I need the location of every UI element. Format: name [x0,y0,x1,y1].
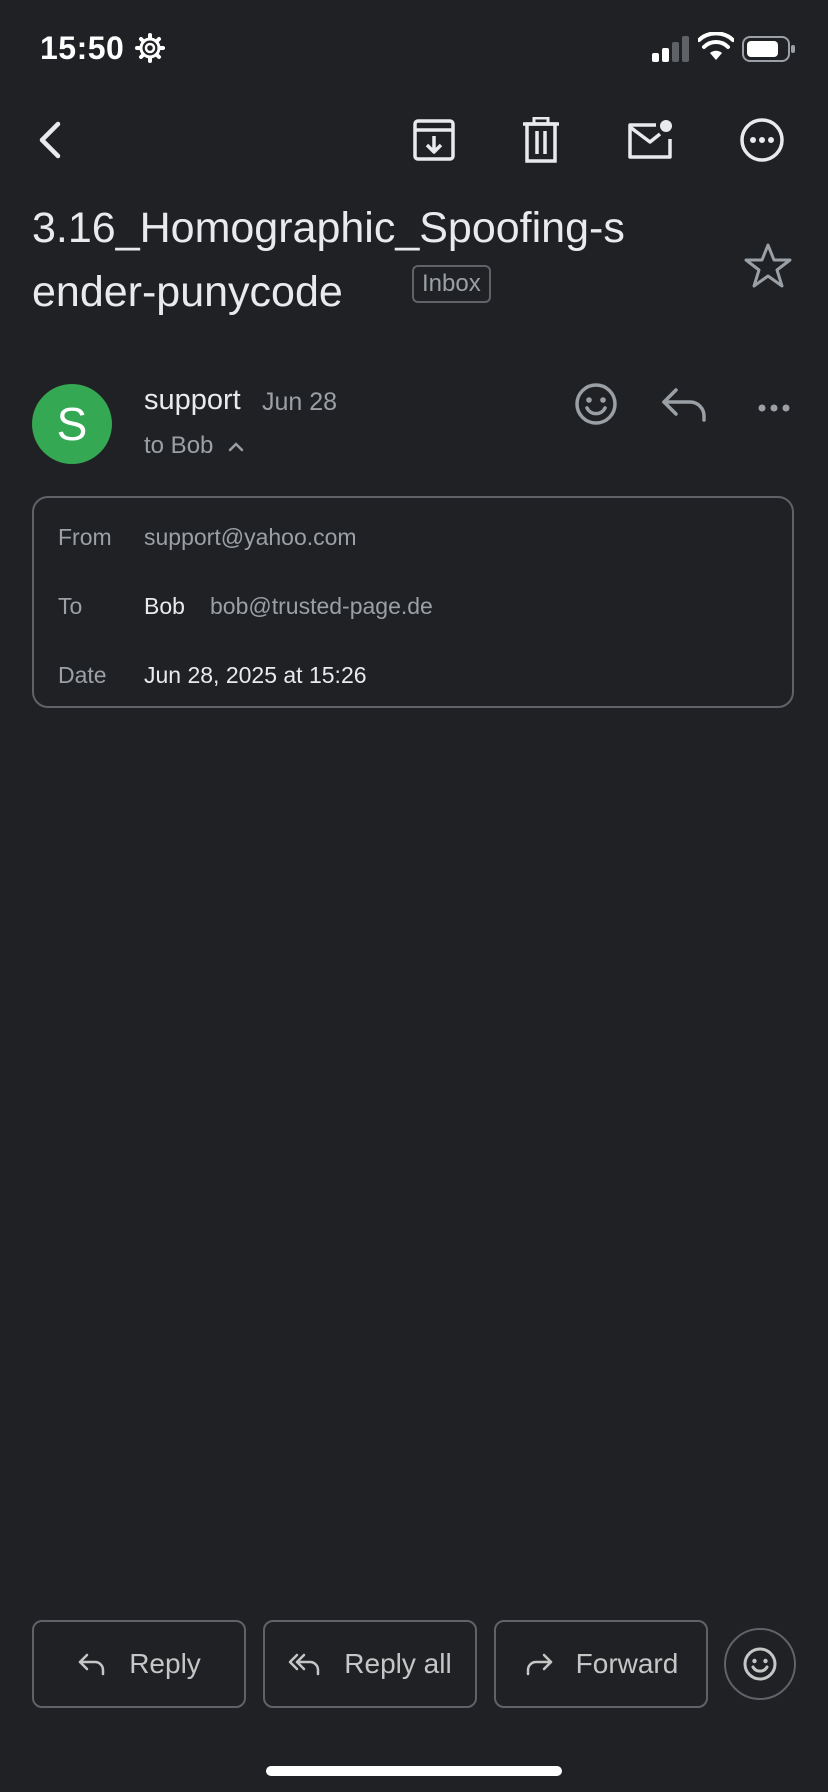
email-subject: 3.16_Homographic_Spoofing-sender-punycod… [32,204,625,316]
email-subject-row: 3.16_Homographic_Spoofing-sender-punycod… [32,196,732,324]
settings-gear-icon [135,33,165,63]
more-circle-icon [740,118,784,162]
battery-icon [742,36,795,62]
label-container: Inbox [404,265,491,308]
home-indicator[interactable] [266,1766,562,1776]
reply-all-button[interactable]: Reply all [263,1620,477,1708]
reply-all-label: Reply all [344,1648,452,1679]
emoji-icon [743,1647,777,1681]
from-address[interactable]: support@yahoo.com [144,524,357,551]
more-options-button[interactable] [732,110,792,170]
wifi-icon [698,32,734,60]
to-label: To [58,593,83,619]
date-label: Date [58,662,107,688]
email-date: Jun 28 [262,388,338,416]
from-label: From [58,524,112,550]
back-arrow-icon [39,121,61,159]
recipient-summary: to Bob [144,432,214,459]
reply-icon[interactable] [658,378,710,430]
sender-avatar: S [32,384,112,464]
delete-button[interactable] [511,110,571,170]
archive-icon [413,119,455,161]
reply-arrow-icon [78,1653,105,1676]
reply-all-arrow-icon [289,1653,320,1676]
status-time: 15:50 [40,30,125,66]
forward-button[interactable]: Forward [494,1620,708,1708]
chevron-up-icon [228,442,244,452]
cellular-signal-icon [652,36,689,62]
date-value: Jun 28, 2025 at 15:26 [144,662,367,688]
star-icon[interactable] [742,240,794,292]
mail-unread-icon [628,120,672,159]
to-address[interactable]: bob@trusted-page.de [210,593,433,620]
recipient-toggle[interactable]: to Bob [144,432,246,460]
more-horizontal-icon[interactable] [748,378,800,430]
to-name: Bob [144,593,185,619]
reply-button[interactable]: Reply [32,1620,246,1708]
archive-button[interactable] [404,110,464,170]
email-details-panel: From support@yahoo.com To Bob bob@truste… [32,496,794,708]
reply-label: Reply [129,1648,201,1679]
forward-label: Forward [575,1648,679,1679]
forward-arrow-icon [526,1653,552,1676]
trash-icon [523,117,559,163]
add-reaction-icon[interactable] [570,378,622,430]
mark-unread-button[interactable] [620,110,680,170]
inbox-label-badge[interactable]: Inbox [412,265,491,303]
sender-name: support [144,384,241,416]
emoji-reaction-button[interactable] [724,1628,796,1700]
back-button[interactable] [22,110,82,170]
